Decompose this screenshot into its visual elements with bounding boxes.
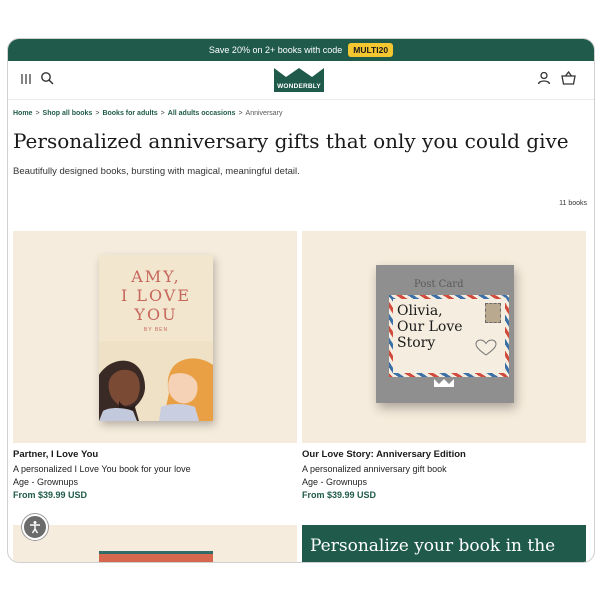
product-image-partial[interactable] <box>13 525 297 562</box>
cover-title: Olivia, Our Love Story <box>397 303 463 351</box>
book-cover <box>99 551 213 562</box>
breadcrumb-all-adults-occasions[interactable]: All adults occasions <box>168 110 236 117</box>
product-image[interactable]: AMY, I LOVE YOU BY BEN <box>13 231 297 443</box>
product-description: A personalized anniversary gift book <box>302 464 447 474</box>
breadcrumb: Home > Shop all books > Books for adults > … <box>13 110 283 117</box>
promo-banner: Save 20% on 2+ books with code MULTI20 <box>8 39 594 61</box>
product-description: A personalized I Love You book for your … <box>13 464 191 474</box>
accessibility-button[interactable] <box>22 514 48 540</box>
product-card[interactable]: AMY, I LOVE YOU BY BEN Partner, I Love Y… <box>13 231 297 500</box>
product-price: From $39.99 USD <box>13 490 88 500</box>
breadcrumb-current: Anniversary <box>245 110 283 117</box>
postcard-panel: Olivia, Our Love Story <box>389 295 509 377</box>
cover-title: AMY, I LOVE YOU <box>120 267 192 324</box>
breadcrumb-shop-all-books[interactable]: Shop all books <box>43 110 93 117</box>
page-subtitle: Beautifully designed books, bursting wit… <box>13 166 300 177</box>
book-count: 11 books <box>559 200 587 207</box>
product-age: Age - Grownups <box>302 477 368 487</box>
accessibility-icon <box>30 521 40 534</box>
promo-code-badge: MULTI20 <box>348 43 394 57</box>
cover-postcard-label: Post Card <box>414 279 464 290</box>
book-cover: Post Card Olivia, Our Love Story <box>376 265 514 403</box>
heart-icon <box>475 339 497 356</box>
menu-icon[interactable] <box>20 72 32 90</box>
product-card[interactable]: Post Card Olivia, Our Love Story Our Lov… <box>302 231 586 500</box>
personalize-promo-panel[interactable]: Personalize your book in the <box>302 525 586 562</box>
breadcrumb-books-for-adults[interactable]: Books for adults <box>102 110 157 117</box>
site-header: WONDERBLY <box>8 61 594 100</box>
browser-viewport: Save 20% on 2+ books with code MULTI20 W… <box>7 38 595 563</box>
cover-author: BY BEN <box>143 327 169 333</box>
account-icon[interactable] <box>537 71 551 90</box>
crown-icon <box>434 379 454 387</box>
page-title: Personalized anniversary gifts that only… <box>13 129 569 153</box>
breadcrumb-home[interactable]: Home <box>13 110 32 117</box>
book-cover: AMY, I LOVE YOU BY BEN <box>99 255 213 421</box>
product-title[interactable]: Our Love Story: Anniversary Edition <box>302 449 586 460</box>
product-price: From $39.99 USD <box>302 490 377 500</box>
promo-panel-heading: Personalize your book in the <box>310 536 556 556</box>
product-age: Age - Grownups <box>13 477 79 487</box>
basket-icon[interactable] <box>561 70 576 90</box>
couple-illustration <box>99 341 213 421</box>
wonderbly-logo[interactable]: WONDERBLY <box>274 68 324 92</box>
product-image[interactable]: Post Card Olivia, Our Love Story <box>302 231 586 443</box>
product-title[interactable]: Partner, I Love You <box>13 449 297 460</box>
crown-icon <box>274 68 324 77</box>
promo-text: Save 20% on 2+ books with code <box>208 45 343 55</box>
search-icon[interactable] <box>40 71 54 90</box>
stamp-icon <box>485 303 501 323</box>
logo-text: WONDERBLY <box>277 83 321 90</box>
